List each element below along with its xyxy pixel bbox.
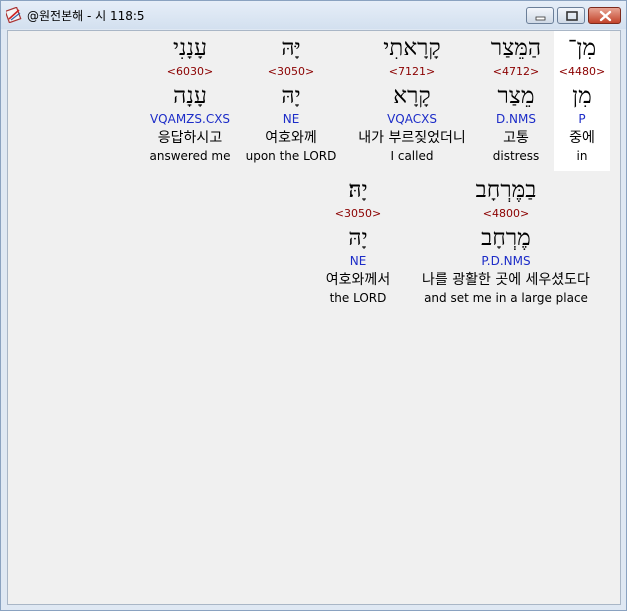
title-bar[interactable]: @원전본해 - 시 118:5 xyxy=(1,1,626,29)
maximize-button[interactable] xyxy=(557,7,585,24)
maximize-icon xyxy=(566,11,578,21)
strong-number-link[interactable]: <4712> xyxy=(484,65,548,78)
hebrew-root: יָהּ xyxy=(348,225,368,251)
word-cell-2-2[interactable]: יָהּ׃ <3050> יָהּ NE 여호와께서 the LORD xyxy=(314,173,402,313)
app-window: @원전본해 - 시 118:5 מִן־ <4480> מִן P 중에 in xyxy=(0,0,627,611)
hebrew-root: יָהּ xyxy=(281,83,301,109)
hebrew-root: מֶרְחָב xyxy=(481,225,531,251)
korean-gloss: 여호와께 xyxy=(265,130,317,146)
parsing-code: VQACXS xyxy=(387,112,437,126)
close-button[interactable] xyxy=(588,7,621,24)
strong-number-link[interactable]: <7121> xyxy=(346,65,478,78)
hebrew-word: קָרָאתִי xyxy=(383,35,441,61)
korean-gloss: 여호와께서 xyxy=(325,272,391,288)
strong-number-link[interactable]: <3050> xyxy=(314,207,402,220)
english-gloss: I called xyxy=(390,149,434,163)
hebrew-word: מִן־ xyxy=(567,35,597,61)
minimize-button[interactable] xyxy=(526,7,554,24)
hebrew-root: עָנָה xyxy=(173,83,207,109)
word-cell-2-1[interactable]: בַמֶּרְחָב <4800> מֶרְחָב P.D.NMS 나를 광활한… xyxy=(406,173,606,313)
parsing-code: P xyxy=(578,112,586,126)
word-cell-1-3[interactable]: קָרָאתִי <7121> קָרָא VQACXS 내가 부르짖었더니 I… xyxy=(346,31,478,171)
parsing-code: P.D.NMS xyxy=(481,254,531,268)
english-gloss: distress xyxy=(492,149,540,163)
word-cell-1-4[interactable]: יָּהּ <3050> יָהּ NE 여호와께 upon the LORD xyxy=(242,31,340,171)
english-gloss: answered me xyxy=(149,149,231,163)
hebrew-root: מֵצַר xyxy=(497,83,535,109)
word-cell-1-2[interactable]: הַמֵּצַר <4712> מֵצַר D.NMS 고통 distress xyxy=(484,31,548,171)
hebrew-word: הַמֵּצַר xyxy=(490,35,542,61)
close-icon xyxy=(599,10,612,22)
strong-number-link[interactable]: <3050> xyxy=(242,65,340,78)
korean-gloss: 고통 xyxy=(503,130,529,146)
app-icon xyxy=(4,6,22,24)
hebrew-word: יָהּ׃ xyxy=(348,177,368,203)
strong-number-link[interactable]: <4480> xyxy=(554,65,610,78)
korean-gloss: 나를 광활한 곳에 세우셨도다 xyxy=(422,272,590,288)
english-gloss: and set me in a large place xyxy=(424,291,588,305)
minimize-icon xyxy=(535,16,546,21)
parsing-code: NE xyxy=(349,254,367,268)
english-gloss: upon the LORD xyxy=(245,149,337,163)
interlinear-pane[interactable]: מִן־ <4480> מִן P 중에 in הַמֵּצַר <4712> … xyxy=(7,30,621,605)
korean-gloss: 중에 xyxy=(569,130,595,146)
english-gloss: the LORD xyxy=(329,291,387,305)
window-title: @원전본해 - 시 118:5 xyxy=(27,9,145,23)
strong-number-link[interactable]: <6030> xyxy=(144,65,236,78)
hebrew-word: יָּהּ xyxy=(281,35,301,61)
hebrew-word: בַמֶּרְחָב xyxy=(475,177,537,203)
korean-gloss: 응답하시고 xyxy=(157,130,223,146)
hebrew-word: עָנָנִי xyxy=(172,35,207,61)
parsing-code: D.NMS xyxy=(495,112,536,126)
word-cell-1-1[interactable]: מִן־ <4480> מִן P 중에 in xyxy=(554,31,610,171)
word-cell-1-5[interactable]: עָנָנִי <6030> עָנָה VQAMZS.CXS 응답하시고 an… xyxy=(144,31,236,171)
hebrew-root: קָרָא xyxy=(393,83,431,109)
strong-number-link[interactable]: <4800> xyxy=(406,207,606,220)
english-gloss: in xyxy=(576,149,588,163)
hebrew-root: מִן xyxy=(572,83,592,109)
parsing-code: VQAMZS.CXS xyxy=(149,112,231,126)
parsing-code: NE xyxy=(282,112,300,126)
korean-gloss: 내가 부르짖었더니 xyxy=(358,130,466,146)
